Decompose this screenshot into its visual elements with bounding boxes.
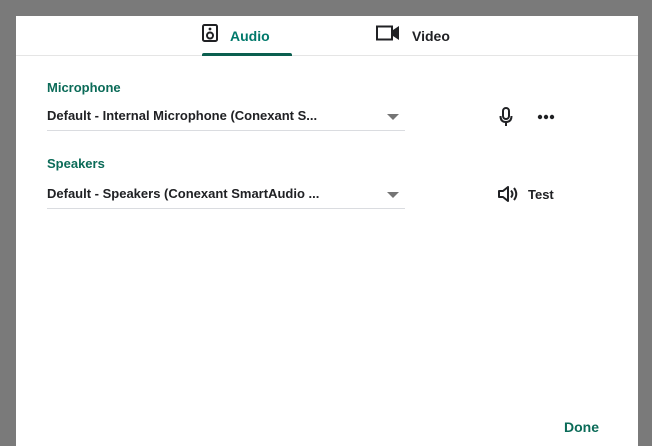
tab-video-label: Video (412, 27, 450, 44)
test-label: Test (528, 186, 554, 202)
videocam-icon (376, 25, 400, 46)
dropdown-arrow-icon (387, 192, 399, 198)
test-speakers-button[interactable]: Test (496, 181, 554, 207)
active-tab-indicator (202, 53, 292, 56)
tab-video[interactable]: Video (376, 16, 486, 55)
speaker-box-icon (202, 24, 218, 47)
speakers-section-label: Speakers (47, 156, 105, 171)
tab-bar: Audio Video (16, 16, 638, 56)
microphone-select[interactable]: Default - Internal Microphone (Conexant … (47, 100, 405, 131)
tab-audio[interactable]: Audio (202, 16, 292, 56)
done-button[interactable]: Done (564, 419, 599, 435)
audio-settings-dialog: Audio Video Microphone Default - Interna… (16, 16, 638, 446)
microphone-selected-value: Default - Internal Microphone (Conexant … (47, 108, 318, 123)
speakers-selected-value: Default - Speakers (Conexant SmartAudio … (47, 186, 320, 201)
volume-icon (496, 183, 520, 205)
more-options-icon[interactable] (535, 106, 557, 128)
mic-icon[interactable] (496, 105, 516, 129)
microphone-section-label: Microphone (47, 80, 121, 95)
speakers-select[interactable]: Default - Speakers (Conexant SmartAudio … (47, 178, 405, 209)
tab-audio-label: Audio (230, 27, 270, 44)
dropdown-arrow-icon (387, 114, 399, 120)
